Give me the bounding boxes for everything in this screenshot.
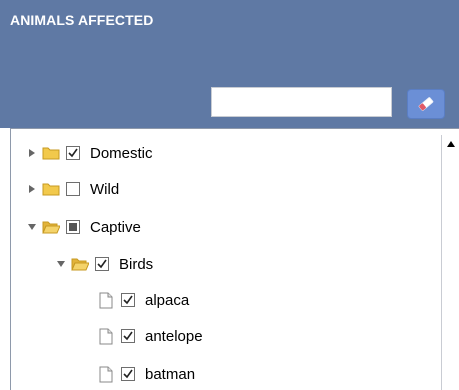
file-icon [99, 292, 113, 308]
checkbox[interactable] [66, 220, 80, 234]
tree-node-alpaca[interactable]: alpaca [99, 288, 189, 312]
file-icon [99, 366, 113, 382]
checkbox[interactable] [121, 329, 135, 343]
expand-arrow-icon[interactable] [26, 183, 38, 195]
folder-icon [42, 183, 60, 196]
search-input[interactable] [211, 87, 392, 117]
tree-node-label: Birds [119, 255, 154, 273]
tree-node-label: batman [145, 365, 196, 383]
folder-open-icon [71, 258, 89, 271]
checkbox[interactable] [66, 146, 80, 160]
tree-node-label: antelope [145, 327, 203, 345]
checkbox[interactable] [95, 257, 109, 271]
tree-node-wild[interactable]: Wild [26, 177, 119, 201]
clear-search-button[interactable] [407, 89, 445, 119]
vertical-scrollbar[interactable] [441, 135, 459, 390]
triangle-up-icon [446, 140, 455, 147]
tree-panel: Domestic Wild Captive Birds alpaca antel… [10, 128, 459, 390]
tree-node-label: Wild [90, 180, 120, 198]
tree-node-domestic[interactable]: Domestic [26, 141, 153, 165]
folder-open-icon [42, 221, 60, 234]
tree-node-label: alpaca [145, 291, 190, 309]
eraser-icon [418, 97, 434, 111]
panel-header: ANIMALS AFFECTED [0, 0, 459, 128]
file-icon [99, 328, 113, 344]
tree-node-birds[interactable]: Birds [55, 252, 153, 276]
scroll-up-button[interactable] [442, 135, 459, 152]
tree-node-captive[interactable]: Captive [26, 215, 141, 239]
collapse-arrow-icon[interactable] [55, 258, 67, 270]
checkbox[interactable] [66, 182, 80, 196]
tree-node-label: Domestic [90, 144, 153, 162]
panel-title: ANIMALS AFFECTED [10, 12, 154, 28]
tree-node-label: Captive [90, 218, 141, 236]
folder-icon [42, 147, 60, 160]
tree-node-batman[interactable]: batman [99, 362, 195, 386]
collapse-arrow-icon[interactable] [26, 221, 38, 233]
checkbox[interactable] [121, 367, 135, 381]
tree-node-antelope[interactable]: antelope [99, 324, 203, 348]
expand-arrow-icon[interactable] [26, 147, 38, 159]
checkbox[interactable] [121, 293, 135, 307]
